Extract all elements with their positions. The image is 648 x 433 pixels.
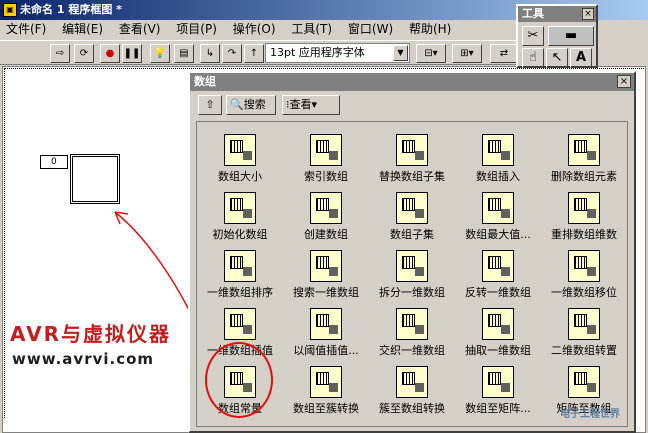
palette-item[interactable]: 以阈值插值... — [283, 304, 369, 362]
pointer-icon[interactable]: ↖ — [546, 48, 568, 68]
palette-item-label: 抽取一维数组 — [465, 344, 531, 357]
annotation-circle — [205, 342, 273, 418]
palette-item[interactable]: 一维数组排序 — [197, 246, 283, 304]
array-function-icon — [396, 366, 428, 398]
palette-item-label: 反转一维数组 — [465, 286, 531, 299]
palette-item-label: 数组子集 — [390, 228, 434, 241]
palette-item[interactable]: 数组子集 — [369, 188, 455, 246]
array-function-icon — [224, 308, 256, 340]
array-function-icon — [568, 134, 600, 166]
array-function-icon — [396, 250, 428, 282]
palette-item-label: 数组至簇转换 — [293, 402, 359, 415]
array-function-icon — [482, 134, 514, 166]
array-function-icon — [482, 366, 514, 398]
palette-item-label: 初始化数组 — [212, 228, 268, 241]
palette-item[interactable]: 索引数组 — [283, 130, 369, 188]
palette-item[interactable]: 删除数组元素 — [541, 130, 627, 188]
text-tool-icon[interactable]: A — [570, 48, 592, 68]
palette-item-label: 一维数组移位 — [551, 286, 617, 299]
palette-item[interactable]: 重排数组维数 — [541, 188, 627, 246]
watermark-url: www.avrvi.com — [12, 350, 155, 368]
palette-item-label: 数组插入 — [476, 170, 520, 183]
palette-item-label: 搜索一维数组 — [293, 286, 359, 299]
palette-item[interactable]: 数组至簇转换 — [283, 362, 369, 420]
array-function-icon — [568, 250, 600, 282]
array-function-icon — [224, 250, 256, 282]
palette-item[interactable]: 拆分一维数组 — [369, 246, 455, 304]
palette-item[interactable]: 交织一维数组 — [369, 304, 455, 362]
palette-item-label: 创建数组 — [304, 228, 348, 241]
operate-hand-icon[interactable]: ☝ — [522, 48, 544, 68]
up-arrow-icon[interactable]: ⇧ — [198, 95, 222, 115]
watermark-corner: 电子工程世界 — [560, 409, 620, 420]
palette-title: 数组 — [190, 73, 634, 91]
tools-palette: 工具 × ✂ ▬ ☝ ↖ A — [516, 4, 598, 68]
array-function-icon — [568, 192, 600, 224]
close-icon[interactable]: × — [582, 8, 594, 20]
palette-item-label: 以阈值插值... — [293, 344, 359, 357]
palette-item[interactable]: 簇至数组转换 — [369, 362, 455, 420]
array-function-icon — [310, 134, 342, 166]
color-display-icon[interactable]: ▬ — [548, 26, 594, 46]
palette-item-label: 替换数组子集 — [379, 170, 445, 183]
palette-item-label: 索引数组 — [304, 170, 348, 183]
palette-item-label: 数组大小 — [218, 170, 262, 183]
palette-item[interactable]: 一维数组移位 — [541, 246, 627, 304]
palette-item-label: 簇至数组转换 — [379, 402, 445, 415]
palette-item-label: 交织一维数组 — [379, 344, 445, 357]
search-label: 搜索 — [243, 98, 266, 111]
palette-item[interactable]: 数组大小 — [197, 130, 283, 188]
array-function-icon — [224, 134, 256, 166]
array-function-icon — [396, 192, 428, 224]
palette-item-label: 数组最大值... — [465, 228, 531, 241]
palette-item[interactable]: 搜索一维数组 — [283, 246, 369, 304]
watermark-brand: AVR与虚拟仪器 — [10, 322, 171, 346]
palette-item[interactable]: 创建数组 — [283, 188, 369, 246]
array-function-icon — [310, 250, 342, 282]
palette-item-label: 重排数组维数 — [551, 228, 617, 241]
palette-item[interactable]: 二维数组转置 — [541, 304, 627, 362]
palette-item[interactable]: 数组插入 — [455, 130, 541, 188]
palette-item-label: 拆分一维数组 — [379, 286, 445, 299]
search-icon: 🔍 — [230, 98, 244, 111]
array-function-icon — [310, 366, 342, 398]
palette-item-label: 删除数组元素 — [551, 170, 617, 183]
close-icon[interactable]: × — [617, 75, 631, 88]
array-function-icon — [310, 192, 342, 224]
palette-item[interactable]: 替换数组子集 — [369, 130, 455, 188]
palette-item-label: 数组至矩阵... — [465, 402, 531, 415]
palette-toolbar: ⇧ 🔍搜索 ⁝查看▾ — [194, 95, 630, 119]
palette-item[interactable]: 抽取一维数组 — [455, 304, 541, 362]
palette-item-label: 二维数组转置 — [551, 344, 617, 357]
palette-item[interactable]: 数组最大值... — [455, 188, 541, 246]
array-function-icon — [310, 308, 342, 340]
palette-item[interactable]: 反转一维数组 — [455, 246, 541, 304]
palette-item-label: 一维数组排序 — [207, 286, 273, 299]
view-button[interactable]: ⁝查看▾ — [282, 95, 340, 115]
palette-item[interactable]: 初始化数组 — [197, 188, 283, 246]
array-function-icon — [482, 192, 514, 224]
auto-tool-icon[interactable]: ✂ — [522, 26, 544, 46]
view-label: 查看 — [289, 98, 312, 111]
array-function-icon — [396, 134, 428, 166]
search-button[interactable]: 🔍搜索 — [226, 95, 276, 115]
array-function-icon — [482, 250, 514, 282]
palette-item[interactable]: 数组至矩阵... — [455, 362, 541, 420]
array-function-icon — [224, 192, 256, 224]
array-function-icon — [568, 366, 600, 398]
array-function-icon — [396, 308, 428, 340]
array-function-icon — [482, 308, 514, 340]
array-function-icon — [568, 308, 600, 340]
